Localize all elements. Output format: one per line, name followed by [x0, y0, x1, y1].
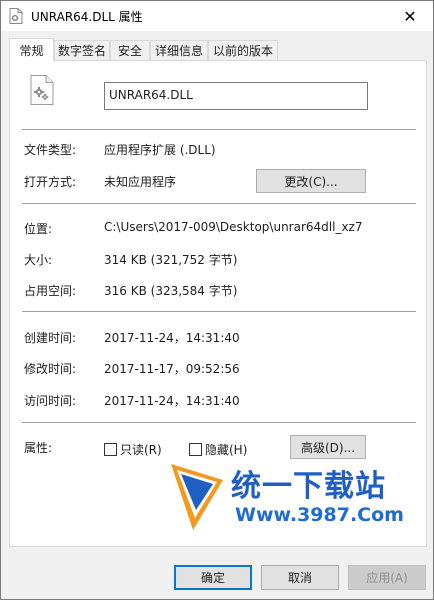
hidden-checkbox-box[interactable] [189, 443, 202, 456]
watermark-title: 统一下载站 [231, 469, 386, 504]
attributes-label: 属性: [24, 441, 53, 455]
change-button[interactable]: 更改(C)... [256, 169, 366, 193]
file-name-field[interactable]: UNRAR64.DLL [104, 82, 368, 110]
title-bar: UNRAR64.DLL 属性 ✕ [1, 1, 433, 31]
accessed-label: 访问时间: [24, 394, 77, 408]
modified-label: 修改时间: [24, 362, 77, 376]
watermark: 统一下载站 Www.3987.Com [169, 456, 419, 536]
location-label: 位置: [24, 222, 53, 236]
ok-button[interactable]: 确定 [174, 565, 252, 590]
apply-button[interactable]: 应用(A) [348, 565, 426, 590]
readonly-checkbox[interactable]: 只读(R) [104, 441, 162, 458]
tab-details[interactable]: 详细信息 [150, 40, 208, 60]
divider [22, 129, 416, 130]
close-icon: ✕ [403, 6, 417, 26]
tab-digital-signatures[interactable]: 数字签名 [54, 40, 110, 60]
size-on-disk-value: 316 KB (323,584 字节) [104, 284, 238, 298]
tab-general[interactable]: 常规 [9, 38, 54, 61]
watermark-url: Www.3987.Com [235, 504, 404, 526]
divider [22, 311, 416, 312]
size-value: 314 KB (321,752 字节) [104, 253, 238, 267]
window-title: UNRAR64.DLL 属性 [31, 10, 143, 24]
close-button[interactable]: ✕ [387, 1, 433, 31]
location-value: C:\Users\2017-009\Desktop\unrar64dll_xz7 [104, 220, 363, 234]
divider [22, 203, 416, 204]
modified-value: 2017-11-17，09:52:56 [104, 362, 240, 376]
cancel-button[interactable]: 取消 [261, 565, 339, 590]
readonly-checkbox-label: 只读(R) [120, 443, 162, 457]
created-label: 创建时间: [24, 331, 77, 345]
open-with-label: 打开方式: [24, 175, 77, 189]
dll-file-icon [9, 8, 23, 24]
open-with-value: 未知应用程序 [104, 175, 177, 189]
accessed-value: 2017-11-24，14:31:40 [104, 394, 240, 408]
file-type-value: 应用程序扩展 (.DLL) [104, 143, 216, 157]
tab-previous-versions[interactable]: 以前的版本 [208, 40, 278, 60]
file-type-label: 文件类型: [24, 143, 77, 157]
properties-window: UNRAR64.DLL 属性 ✕ 常规 数字签名 安全 详细信息 以前的版本 U… [0, 0, 434, 600]
divider [22, 422, 416, 423]
watermark-logo-icon [169, 460, 227, 532]
size-label: 大小: [24, 253, 53, 267]
dll-file-gear-icon [30, 75, 54, 105]
size-on-disk-label: 占用空间: [24, 284, 77, 298]
readonly-checkbox-box[interactable] [104, 443, 117, 456]
tab-security[interactable]: 安全 [110, 40, 150, 60]
created-value: 2017-11-24，14:31:40 [104, 331, 240, 345]
